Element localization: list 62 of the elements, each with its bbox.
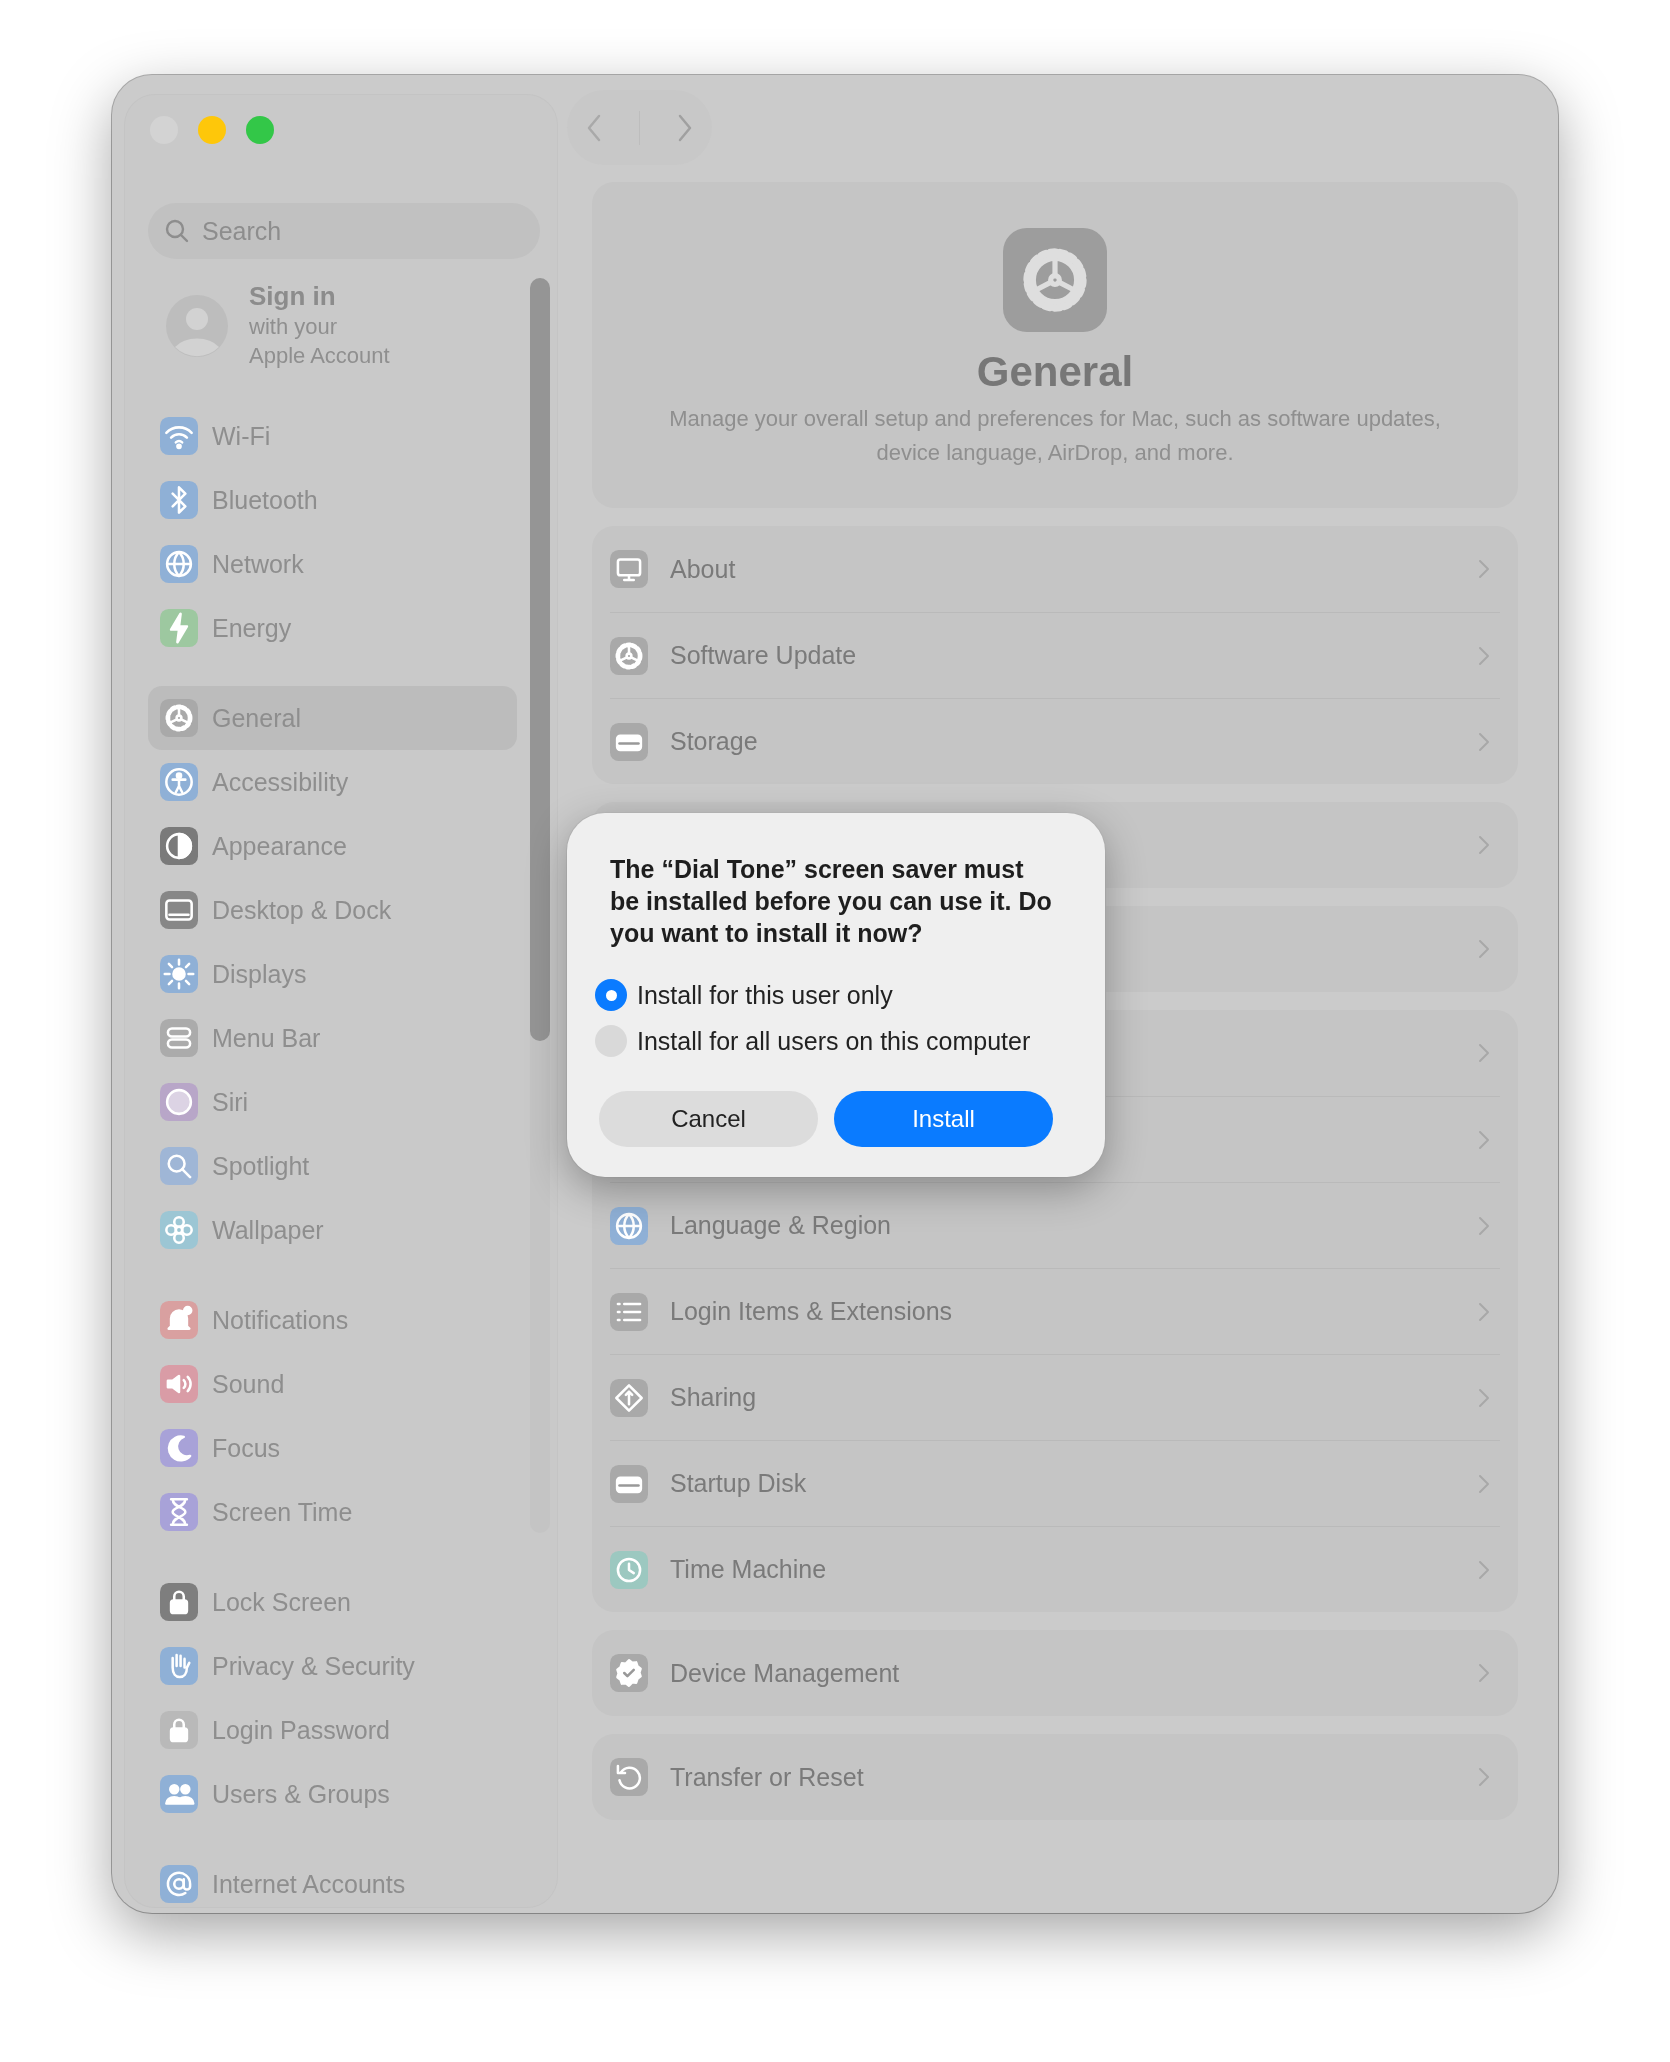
sidebar-item[interactable]: Bluetooth — [148, 468, 517, 532]
install-button[interactable]: Install — [834, 1091, 1053, 1147]
settings-row[interactable]: Sharing — [610, 1354, 1500, 1440]
sidebar-item[interactable]: Spotlight — [148, 1134, 517, 1198]
sidebar-item[interactable]: Wi-Fi — [148, 404, 517, 468]
chevron-right-icon — [1478, 1559, 1490, 1580]
sidebar-item[interactable]: Lock Screen — [148, 1570, 517, 1634]
sidebar-item[interactable]: Appearance — [148, 814, 517, 878]
chevron-right-icon — [1478, 1387, 1490, 1408]
sidebar-item[interactable]: Desktop & Dock — [148, 878, 517, 942]
sidebar-item[interactable]: Network — [148, 532, 517, 596]
chevron-right-icon — [1478, 645, 1490, 666]
sidebar-item[interactable]: Wallpaper — [148, 1198, 517, 1262]
sidebar-item[interactable]: Focus — [148, 1416, 517, 1480]
back-chevron-icon[interactable] — [585, 112, 602, 143]
page-title: General — [976, 348, 1134, 396]
sign-in-title[interactable]: Sign in — [249, 281, 390, 312]
settings-row[interactable]: Time Machine — [610, 1526, 1500, 1612]
chevron-right-icon — [1478, 1215, 1490, 1236]
gear-icon — [1003, 228, 1107, 332]
account-subtitle: with your — [249, 313, 339, 341]
cancel-button[interactable]: Cancel — [599, 1091, 818, 1147]
dialog-message: The “Dial Tone” screen saver must be installed before you can use it. Do you want to install it now? — [610, 854, 1053, 949]
sidebar-item[interactable]: Login Password — [148, 1698, 517, 1762]
settings-row[interactable]: Language & Region — [610, 1182, 1500, 1268]
settings-row[interactable]: Device Management — [610, 1630, 1500, 1716]
sidebar-item[interactable]: Menu Bar — [148, 1006, 517, 1070]
sidebar-item[interactable]: Energy — [148, 596, 517, 660]
settings-row[interactable]: Software Update — [610, 612, 1500, 698]
settings-row[interactable]: Storage — [610, 698, 1500, 784]
chevron-right-icon — [1478, 1129, 1490, 1150]
radio-option[interactable]: Install for all users on this computer — [595, 1025, 1055, 1057]
chevron-right-icon — [1478, 731, 1490, 752]
chevron-right-icon — [1478, 939, 1490, 959]
radio-button[interactable] — [595, 979, 627, 1011]
forward-chevron-icon[interactable] — [677, 112, 694, 143]
chevron-right-icon — [1478, 559, 1490, 579]
sidebar-item[interactable]: Displays — [148, 942, 517, 1006]
settings-row[interactable]: Startup Disk — [610, 1440, 1500, 1526]
sidebar-item[interactable]: Screen Time — [148, 1480, 517, 1544]
search-icon — [164, 218, 190, 244]
settings-row[interactable]: About — [610, 526, 1500, 612]
scrollbar[interactable] — [530, 278, 550, 1533]
sidebar-item[interactable]: Accessibility — [148, 750, 517, 814]
radio-option[interactable]: Install for this user only — [595, 979, 1055, 1011]
settings-row[interactable]: Login Items & Extensions — [610, 1268, 1500, 1354]
zoom-button[interactable] — [246, 116, 274, 144]
chevron-right-icon — [1478, 1043, 1490, 1063]
minimize-button[interactable] — [198, 116, 226, 144]
chevron-right-icon — [1478, 1767, 1490, 1787]
chevron-right-icon — [1478, 835, 1490, 855]
chevron-right-icon — [1478, 1473, 1490, 1494]
account-subtitle: Apple Account — [249, 342, 390, 370]
settings-row[interactable]: Transfer or Reset — [610, 1734, 1500, 1820]
sidebar-item[interactable]: Sound — [148, 1352, 517, 1416]
chevron-right-icon — [1478, 1301, 1490, 1322]
sidebar-item[interactable]: Users & Groups — [148, 1762, 517, 1826]
sidebar-item[interactable]: Internet Accounts — [148, 1852, 517, 1907]
sidebar-item[interactable]: Privacy & Security — [148, 1634, 517, 1698]
chevron-right-icon — [1478, 1663, 1490, 1683]
sidebar-item[interactable]: Notifications — [148, 1288, 517, 1352]
sidebar-item[interactable]: Siri — [148, 1070, 517, 1134]
